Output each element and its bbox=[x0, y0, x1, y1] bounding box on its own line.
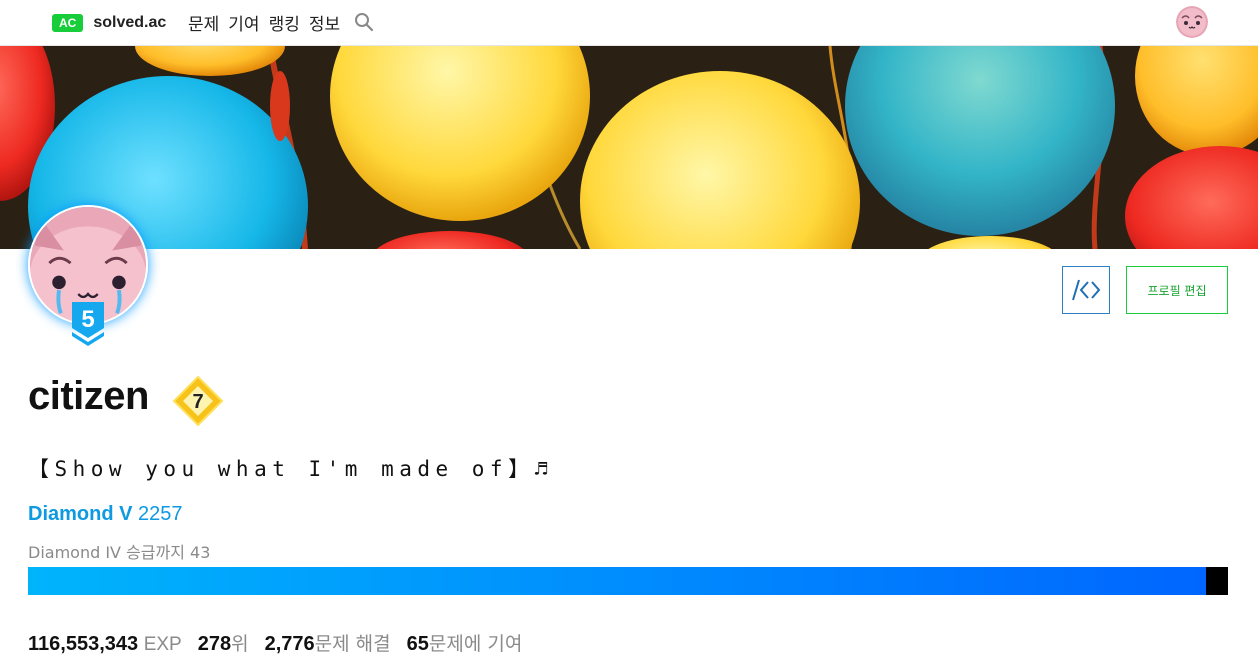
class-badge-level: 7 bbox=[192, 391, 203, 413]
stat-exp: 116,553,343 EXP bbox=[28, 633, 182, 656]
user-avatar-icon[interactable] bbox=[1176, 6, 1208, 38]
stat-rank[interactable]: 278위 bbox=[198, 629, 249, 656]
stat-solved-unit: 문제 해결 bbox=[314, 633, 391, 655]
logo-badge: AC bbox=[52, 14, 84, 32]
next-tier-text: Diamond IV 승급까지 43 bbox=[28, 543, 211, 562]
user-handle: citizen bbox=[28, 374, 149, 418]
tier-rating: 2257 bbox=[138, 503, 183, 525]
balloons-banner-image bbox=[0, 46, 1258, 249]
site-logo[interactable]: AC solved.ac bbox=[52, 13, 166, 33]
stat-rank-unit: 위 bbox=[231, 633, 249, 655]
nav-item-contribute[interactable]: 기여 bbox=[228, 10, 259, 35]
tier-badge-icon: 5 bbox=[72, 302, 104, 346]
search-icon[interactable] bbox=[354, 12, 374, 32]
logo-text: solved.ac bbox=[93, 14, 167, 31]
stat-contrib-value: 65 bbox=[406, 633, 429, 655]
nav-item-info[interactable]: 정보 bbox=[309, 10, 340, 35]
nav-item-problems[interactable]: 문제 bbox=[188, 10, 219, 35]
class-badge-icon: 7 bbox=[172, 376, 224, 426]
edit-profile-button[interactable]: 프로필 편집 bbox=[1126, 266, 1228, 314]
tier-name[interactable]: Diamond V bbox=[28, 503, 132, 525]
stat-exp-unit: EXP bbox=[143, 634, 182, 655]
nav-item-ranking[interactable]: 랭킹 bbox=[269, 10, 300, 35]
stat-solved-value: 2,776 bbox=[264, 633, 315, 655]
stat-contrib[interactable]: 65문제에 기여 bbox=[407, 629, 523, 656]
stat-exp-value: 116,553,343 bbox=[28, 633, 139, 655]
rating-progress-bar bbox=[28, 567, 1228, 595]
code-view-button[interactable] bbox=[1062, 266, 1110, 314]
rating-progress-fill bbox=[28, 567, 1207, 595]
tier-badge-level: 5 bbox=[81, 306, 94, 333]
stat-rank-value: 278 bbox=[197, 633, 232, 655]
profile-bio: 【Show you what I'm made of】♬ bbox=[28, 457, 553, 481]
top-navbar: AC solved.ac 문제 기여 랭킹 정보 bbox=[0, 0, 1258, 46]
nav-menu: 문제 기여 랭킹 정보 bbox=[188, 10, 340, 35]
stat-contrib-unit: 문제에 기여 bbox=[428, 633, 523, 655]
profile-stats: 116,553,343 EXP 278위 2,776문제 해결 65문제에 기여 bbox=[28, 629, 522, 656]
tier-info: Diamond V 2257 bbox=[28, 503, 183, 526]
stat-solved[interactable]: 2,776문제 해결 bbox=[265, 629, 391, 656]
code-icon bbox=[1072, 279, 1101, 301]
